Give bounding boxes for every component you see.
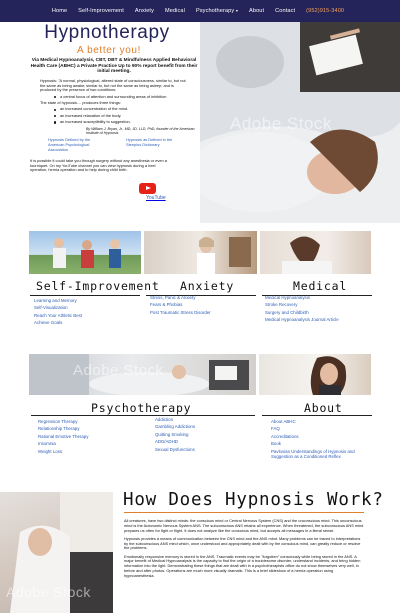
anxiety-links: Stress, Panic & Anxiety Fears & Phobias …	[150, 294, 211, 316]
medical-links: Medical Hypnoanalysis Stroke Recovery Su…	[265, 294, 339, 324]
definition-intro: Hypnosis: "A normal, physiological, alte…	[40, 77, 186, 93]
anxiety-title: Anxiety	[180, 279, 235, 293]
list-item[interactable]: Reach Your Athletic Best	[34, 312, 82, 319]
smiling-woman	[310, 356, 347, 395]
divider	[31, 415, 255, 417]
athletes-figures	[53, 238, 121, 268]
self-improvement-title: Self-Improvement	[36, 279, 160, 293]
list-item[interactable]: Addiction	[155, 416, 195, 423]
youtube-link[interactable]: YouTube	[130, 183, 166, 201]
list-item[interactable]: Insomnia	[38, 440, 88, 447]
how-title: How Does Hypnosis Work?	[123, 490, 384, 510]
conditions-list: a central focus of attention and surroun…	[54, 94, 186, 100]
psychotherapy-photo: Adobe Stock	[29, 354, 256, 395]
list-item[interactable]: Book	[271, 440, 367, 447]
list-item[interactable]: Post Traumatic Stress Disorder	[150, 309, 211, 316]
list-item[interactable]: Medical Hypnoanalysis Journal Article	[265, 316, 339, 323]
how-body: All creatures, have two distinct minds: …	[124, 518, 364, 582]
list-item: an increased relaxation of the body.	[54, 113, 186, 119]
list-item[interactable]: Medical Hypnoanalysis	[265, 294, 339, 301]
list-item[interactable]: Sexual Dysfunctions	[155, 446, 195, 453]
nav-medical[interactable]: Medical	[165, 8, 185, 14]
list-item[interactable]: Accreditations	[271, 433, 367, 440]
produces-list: an increased concentration of the mind. …	[54, 106, 186, 125]
definition-links: Hypnosis Defined by the American Psychol…	[28, 138, 200, 153]
top-nav: Home Self-Improvement Anxiety Medical Ps…	[0, 0, 400, 22]
list-item[interactable]: Fears & Phobias	[150, 301, 211, 308]
paragraph: Hypnosis provides a means of communicati…	[124, 535, 361, 551]
list-item[interactable]: Stroke Recovery	[265, 301, 339, 308]
youtube-label: YouTube	[146, 195, 166, 201]
how-section-photo: Adobe Stock	[0, 492, 113, 613]
list-item[interactable]: Achieve Goals	[34, 319, 82, 326]
attribution: By William J. Bryan, Jr., MD, JD, LLD, P…	[86, 126, 195, 136]
nav-psychotherapy[interactable]: Psychotherapy ▾	[196, 8, 238, 14]
list-item[interactable]: Pavlovian Understandings of Hypnosis and…	[271, 449, 367, 459]
nav-psychotherapy-label: Psychotherapy	[195, 8, 235, 14]
medical-title: Medical	[293, 279, 348, 293]
divider	[262, 415, 372, 417]
list-item[interactable]: Surgery and Childbirth	[265, 309, 339, 316]
steeplus-definition-link[interactable]: Hypnosis as Defined in the Steeplus Dict…	[126, 138, 182, 152]
hero-title: Hypnotherapy	[44, 22, 170, 43]
nav-about[interactable]: About	[249, 8, 264, 14]
list-item[interactable]: Learning and Memory	[34, 297, 82, 304]
medical-photo	[260, 231, 371, 274]
hypnosis-definition: Hypnosis: "A normal, physiological, alte…	[28, 77, 200, 125]
list-item[interactable]: Quitting Smoking	[155, 431, 195, 438]
paragraph: Emotionally responsive memory is stored …	[124, 553, 361, 578]
watermark: Adobe Stock	[73, 362, 164, 379]
nav-phone[interactable]: (952)915-3400	[306, 8, 344, 14]
list-item[interactable]: Gambling Addictions	[155, 423, 195, 430]
list-item[interactable]: About ABHC	[271, 418, 367, 425]
relaxed-patient	[282, 236, 332, 274]
nav-self-improvement[interactable]: Self-Improvement	[78, 8, 124, 14]
apa-definition-link[interactable]: Hypnosis Defined by the American Psychol…	[48, 138, 104, 153]
hero-text: Hypnotherapy A better you! Via Medical H…	[28, 23, 200, 223]
nav-home[interactable]: Home	[52, 8, 67, 14]
about-title: About	[304, 401, 343, 415]
accent-divider	[124, 512, 364, 514]
list-item[interactable]: FAQ	[271, 425, 367, 432]
list-item[interactable]: Self-Visualization	[34, 304, 82, 311]
list-item[interactable]: Weight Loss	[38, 448, 88, 455]
fitness-photo	[29, 231, 141, 274]
chevron-down-icon: ▾	[235, 8, 239, 13]
about-links: About ABHC FAQ Accreditations Book Pavlo…	[271, 418, 367, 460]
surgery-note: It is possible it could take you through…	[30, 157, 167, 173]
anxiety-photo	[144, 231, 257, 274]
psychotherapy-links-right: Addiction Gambling Addictions Quitting S…	[155, 416, 195, 453]
nav-anxiety[interactable]: Anxiety	[135, 8, 154, 14]
list-item[interactable]: Stress, Panic & Anxiety	[150, 294, 211, 301]
list-item: a central focus of attention and surroun…	[54, 94, 186, 100]
hero-subtitle: A better you!	[77, 45, 141, 56]
psychotherapy-links-left: Regression Therapy Relationship Therapy …	[38, 418, 88, 455]
watermark: Adobe Stock	[230, 114, 332, 133]
youtube-play-icon	[139, 183, 157, 194]
list-item[interactable]: Relationship Therapy	[38, 425, 88, 432]
patient-figure	[197, 237, 251, 274]
hero-photo: Adobe Stock	[200, 22, 400, 223]
paragraph: All creatures, have two distinct minds: …	[124, 518, 364, 533]
about-photo	[259, 354, 371, 395]
self-improvement-links: Learning and Memory Self-Visualization R…	[34, 297, 82, 327]
list-item[interactable]: Rational Emotive Therapy	[38, 433, 88, 440]
list-item[interactable]: ADD/ADHD	[155, 438, 195, 445]
list-item: an increased concentration of the mind.	[54, 106, 186, 112]
hero-lead: Via Medical Hypnoanalysis, CBT, DBT & Mi…	[30, 58, 198, 75]
nav-contact[interactable]: Contact	[275, 8, 295, 14]
produces-intro: The state of hypnosis.... produces three…	[40, 99, 121, 105]
list-item: an increased susceptibility to suggestio…	[54, 119, 186, 125]
watermark: Adobe Stock	[6, 584, 91, 600]
divider	[30, 295, 140, 297]
list-item[interactable]: Regression Therapy	[38, 418, 88, 425]
psychotherapy-title: Psychotherapy	[91, 401, 192, 415]
